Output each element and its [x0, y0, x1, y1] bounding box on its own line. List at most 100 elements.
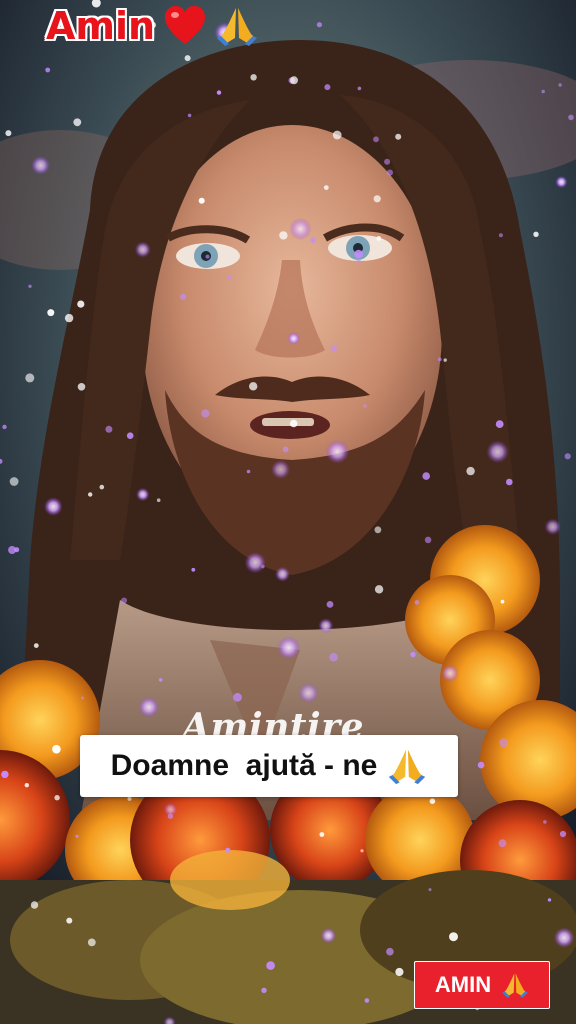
- sparkle-particle: [373, 195, 381, 203]
- sparkle-particle: [127, 796, 132, 801]
- sparkle-particle: [73, 118, 82, 127]
- praying-hands-icon: [389, 749, 426, 785]
- sparkle-particle: [105, 425, 113, 433]
- sparkle-particle: [66, 917, 73, 924]
- sparkle-particle: [410, 651, 416, 658]
- title-text: Amin: [46, 4, 156, 48]
- sparkle-particle: [356, 258, 361, 263]
- sparkle-particle: [121, 597, 128, 604]
- sparkle-particle: [506, 478, 513, 486]
- sparkle-particle: [45, 67, 51, 73]
- sparkle-particle: [319, 832, 325, 837]
- sparkle-particle: [282, 446, 289, 453]
- sparkle-particle: [28, 284, 32, 288]
- sparkle-particle: [99, 484, 105, 490]
- sparkle-particle: [332, 130, 342, 140]
- sparkle-particle: [324, 84, 331, 91]
- sparkle-particle: [246, 469, 251, 474]
- sparkle-particle: [568, 114, 574, 121]
- sparkle-particle: [437, 357, 442, 362]
- sparkle-particle: [429, 798, 436, 804]
- sparkle-particle: [449, 932, 458, 942]
- sparkle-particle: [558, 83, 562, 87]
- sparkle-particle: [216, 90, 222, 95]
- caption-text: Doamne ajută - ne: [110, 749, 378, 782]
- sparkle-particle: [77, 300, 85, 308]
- sparkle-particle: [354, 249, 363, 259]
- sparkle-particle: [564, 453, 571, 460]
- sparkle-particle: [5, 130, 12, 137]
- sparkle-particle: [180, 293, 187, 300]
- sparkle-particle: [75, 834, 79, 838]
- sparkle-particle: [249, 382, 258, 391]
- sparkle-particle: [126, 432, 134, 440]
- sparkle-particle: [30, 901, 39, 909]
- sparkle-particle: [184, 55, 191, 62]
- video-frame: Amin Amintire Doamne ajută - ne AMIN: [0, 0, 576, 1024]
- sparkle-particle: [88, 492, 93, 497]
- sparkle-particle: [9, 477, 19, 486]
- sparkle-particle: [477, 761, 485, 769]
- sparkle-particle: [395, 133, 402, 140]
- sparkle-particle: [64, 313, 74, 323]
- sparkle-particle: [441, 664, 459, 683]
- sparkle-particle: [156, 498, 161, 503]
- sparkle-particle: [289, 217, 312, 241]
- sparkle-particle: [87, 938, 96, 947]
- sparkle-particle: [318, 618, 334, 634]
- amin-button-label: AMIN: [434, 972, 492, 997]
- sparkle-particle: [310, 237, 316, 243]
- sparkle-particle: [386, 169, 393, 176]
- sparkle-particle: [205, 254, 210, 259]
- sparkle-particle: [270, 459, 291, 480]
- sparkle-particle: [373, 136, 379, 143]
- sparkle-particle: [424, 536, 432, 544]
- caption-box: Doamne ajută - ne: [80, 735, 458, 797]
- sparkle-particle: [2, 424, 7, 430]
- sparkle-particle: [33, 643, 39, 648]
- sparkle-particle: [395, 967, 404, 977]
- sparkle-particle: [386, 947, 394, 956]
- sparkle-particle: [498, 233, 503, 238]
- sparkle-particle: [225, 847, 231, 853]
- sparkle-particle: [323, 185, 329, 191]
- sparkle-particle: [134, 241, 151, 258]
- sparkle-particle: [495, 420, 504, 428]
- sparkle-particle: [54, 795, 60, 801]
- sparkle-particle: [364, 998, 370, 1003]
- sparkle-particle: [330, 345, 338, 352]
- sparkle-particle: [81, 696, 85, 700]
- sparkle-particle: [43, 497, 63, 516]
- heart-icon: [165, 6, 206, 44]
- sparkle-particle: [384, 158, 391, 165]
- sparkle-particle: [316, 22, 322, 28]
- sparkle-particle: [1, 770, 9, 779]
- sparkle-particle: [261, 987, 267, 993]
- sparkle-particle: [376, 236, 382, 241]
- sparkle-particle: [227, 275, 231, 279]
- sparkle-particle: [277, 636, 301, 660]
- sparkle-particle: [14, 547, 20, 553]
- sparkle-particle: [275, 566, 290, 582]
- praying-hands-icon: [502, 973, 528, 998]
- praying-hands-icon: [217, 8, 258, 46]
- sparkle-particle: [414, 600, 420, 605]
- sparkle-particle: [298, 682, 319, 704]
- sparkle-particle: [374, 526, 382, 534]
- sparkle-particle: [158, 678, 163, 682]
- sparkle-particle: [533, 231, 539, 237]
- sparkle-particle: [47, 309, 55, 317]
- sparkle-particle: [289, 419, 298, 428]
- sparkle-particle: [547, 898, 552, 902]
- sparkle-particle: [279, 231, 288, 240]
- sparkle-particle: [287, 332, 301, 345]
- sparkle-particle: [544, 518, 561, 536]
- sparkle-particle: [374, 585, 384, 594]
- sparkle-particle: [233, 692, 242, 702]
- sparkle-particle: [320, 927, 337, 944]
- sparkle-particle: [191, 567, 196, 572]
- amin-button[interactable]: AMIN: [414, 961, 550, 1009]
- sparkle-particle: [250, 74, 257, 81]
- sparkle-particle: [266, 961, 275, 970]
- sparkle-particle: [136, 487, 150, 502]
